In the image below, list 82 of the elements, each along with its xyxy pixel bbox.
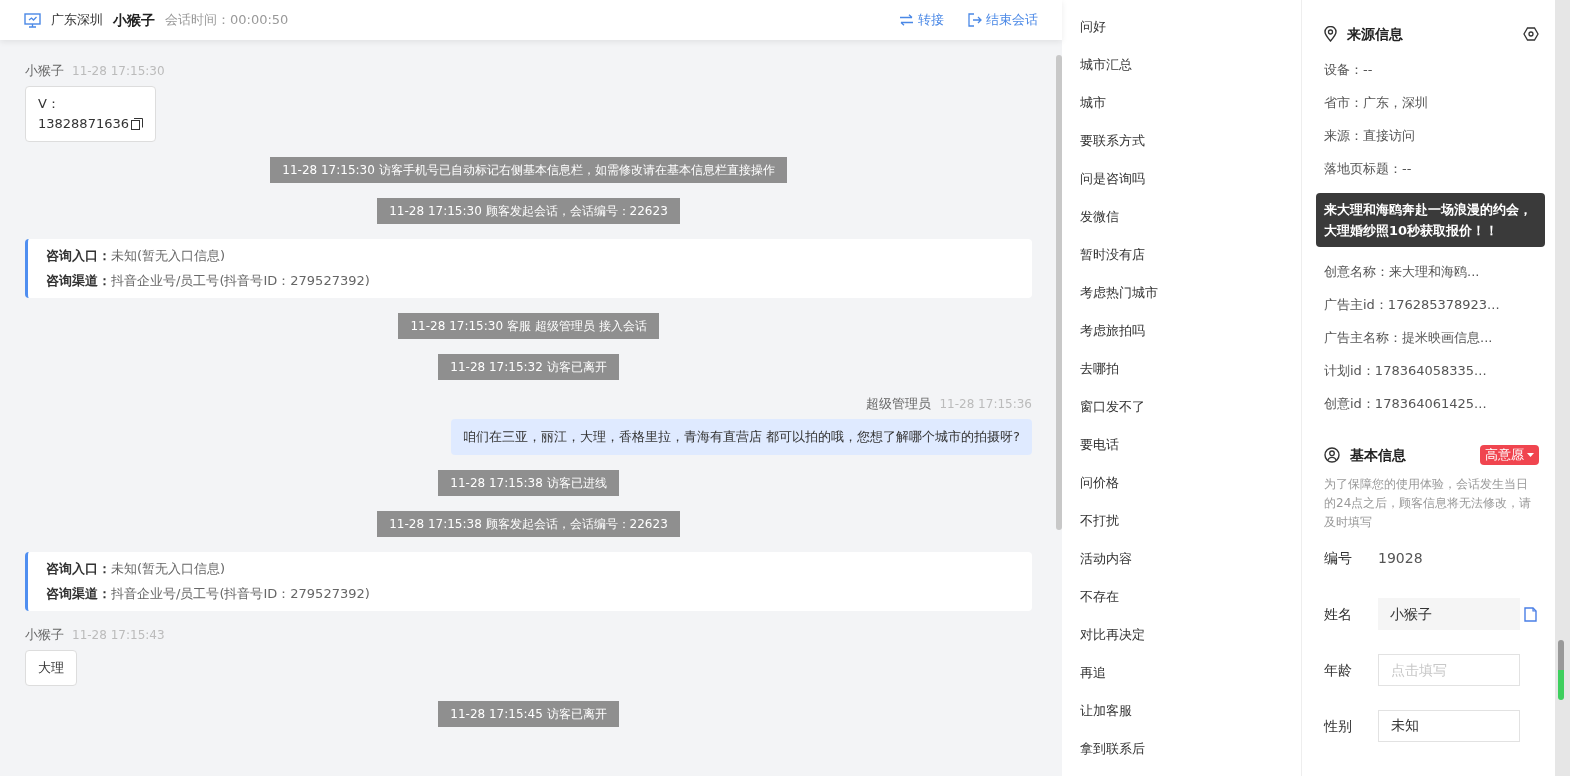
quick-reply-item[interactable]: 让加客服 — [1080, 701, 1301, 721]
section-title: 来源信息 — [1347, 24, 1403, 44]
location-pin-icon — [1324, 26, 1337, 42]
source-info-row-text: 计划id：178364058335... — [1324, 362, 1488, 380]
intent-dropdown[interactable]: 高意愿 — [1480, 445, 1539, 465]
field-label: 编号 — [1324, 548, 1353, 568]
source-info-row-text: 省市：广东，深圳 — [1324, 94, 1429, 112]
info-value: 抖音企业号/员工号(抖音号ID：279527392) — [111, 272, 370, 290]
quick-reply-item[interactable]: 考虑旅拍吗 — [1080, 321, 1301, 341]
tooltip: 来大理和海鸥奔赴一场浪漫的约会，大理婚纱照10秒获取报价！！ — [1316, 193, 1545, 247]
info-label: 咨询入口： — [46, 560, 111, 578]
quick-reply-item[interactable]: 问价格 — [1080, 473, 1301, 493]
quick-reply-item[interactable]: 拿到联系后 — [1080, 739, 1301, 759]
system-notice: 11-28 17:15:30 客服 超级管理员 接入会话 — [398, 313, 659, 339]
visitor-name: 小猴子 — [113, 10, 155, 30]
message-text: 咱们在三亚，丽江，大理，香格里拉，青海有直营店 都可以拍的哦，您想了解哪个城市的拍摄呀? — [462, 428, 1020, 446]
message-time: 11-28 17:15:43 — [72, 627, 165, 644]
quick-reply-item[interactable]: 发微信 — [1080, 207, 1301, 227]
scrollbar[interactable] — [1558, 640, 1564, 700]
scrollbar[interactable] — [1056, 55, 1062, 530]
document-icon[interactable] — [1524, 606, 1537, 622]
exit-icon — [968, 13, 982, 27]
notice-text: 为了保障您的使用体验，会话发生当日的24点之后，顾客信息将无法修改，请及时填写 — [1324, 476, 1533, 531]
section-title: 基本信息 — [1350, 445, 1406, 465]
transfer-button[interactable]: 转接 — [899, 10, 944, 30]
sender-name: 超级管理员 — [866, 395, 932, 413]
sender-name: 小猴子 — [25, 626, 64, 644]
quick-reply-item[interactable]: 要联系方式 — [1080, 131, 1301, 151]
info-value: 未知(暂无入口信息) — [111, 247, 226, 265]
user-circle-icon — [1324, 447, 1340, 463]
visitor-location: 广东深圳 — [51, 11, 103, 30]
source-info-row-text: 落地页标题：-- — [1324, 160, 1413, 178]
monitor-icon — [24, 12, 41, 28]
sender-name: 小猴子 — [25, 62, 64, 80]
message-text: 13828871636 — [38, 115, 129, 133]
info-label: 咨询渠道： — [46, 272, 111, 290]
quick-reply-item[interactable]: 窗口发不了 — [1080, 397, 1301, 417]
quick-reply-item[interactable]: 对比再决定 — [1080, 625, 1301, 645]
quick-reply-item[interactable]: 问好 — [1080, 17, 1301, 37]
system-notice: 11-28 17:15:30 顾客发起会话，会话编号：22623 — [377, 198, 680, 224]
source-info-row-text: 来源：直接访问 — [1324, 127, 1416, 145]
quick-reply-item[interactable]: 不存在 — [1080, 587, 1301, 607]
quick-reply-item[interactable]: 问是咨询吗 — [1080, 169, 1301, 189]
name-field: 小猴子 — [1378, 598, 1520, 630]
system-notice: 11-28 17:15:38 顾客发起会话，会话编号：22623 — [377, 511, 680, 537]
session-time: 会话时间：00:00:50 — [165, 11, 289, 30]
message-text: V： — [38, 95, 61, 113]
quick-reply-item[interactable]: 再追 — [1080, 663, 1301, 683]
system-notice: 11-28 17:15:38 访客已进线 — [438, 470, 619, 496]
field-value: 19028 — [1378, 548, 1423, 568]
input-field[interactable]: 未知 — [1378, 710, 1520, 742]
quick-reply-item[interactable]: 不打扰 — [1080, 511, 1301, 531]
quick-reply-item[interactable]: 暂时没有店 — [1080, 245, 1301, 265]
source-info-row-text: 设备：-- — [1324, 61, 1374, 79]
copy-icon[interactable] — [131, 118, 143, 130]
field-label: 姓名 — [1324, 604, 1353, 624]
info-label: 咨询入口： — [46, 247, 111, 265]
quick-reply-item[interactable]: 考虑热门城市 — [1080, 283, 1301, 303]
settings-icon[interactable] — [1523, 26, 1539, 42]
quick-reply-item[interactable]: 去哪拍 — [1080, 359, 1301, 379]
field-label: 性别 — [1324, 716, 1353, 736]
message-time: 11-28 17:15:36 — [939, 396, 1032, 413]
source-info-row-text: 创意名称：来大理和海鸥... — [1324, 263, 1481, 281]
swap-arrows-icon — [899, 14, 914, 26]
quick-reply-item[interactable]: 城市 — [1080, 93, 1301, 113]
end-session-button[interactable]: 结束会话 — [968, 10, 1038, 30]
info-label: 咨询渠道： — [46, 585, 111, 603]
quick-reply-item[interactable]: 活动内容 — [1080, 549, 1301, 569]
info-value: 抖音企业号/员工号(抖音号ID：279527392) — [111, 585, 370, 603]
source-info-row-text: 创意id：178364061425... — [1324, 395, 1488, 413]
source-info-row-text: 广告主名称：提米映画信息... — [1324, 329, 1494, 347]
system-notice: 11-28 17:15:32 访客已离开 — [438, 354, 619, 380]
system-notice: 11-28 17:15:30 访客手机号已自动标记右侧基本信息栏，如需修改请在基本信息栏直接操作 — [270, 157, 787, 183]
field-label: 年龄 — [1324, 660, 1353, 680]
quick-reply-item[interactable]: 要电话 — [1080, 435, 1301, 455]
info-value: 未知(暂无入口信息) — [111, 560, 226, 578]
system-notice: 11-28 17:15:45 访客已离开 — [438, 701, 619, 727]
source-info-row-text: 广告主id：176285378923... — [1324, 296, 1501, 314]
caret-icon — [1527, 453, 1534, 457]
quick-reply-item[interactable]: 城市汇总 — [1080, 55, 1301, 75]
message-time: 11-28 17:15:30 — [72, 63, 165, 80]
message-text: 大理 — [38, 659, 64, 677]
